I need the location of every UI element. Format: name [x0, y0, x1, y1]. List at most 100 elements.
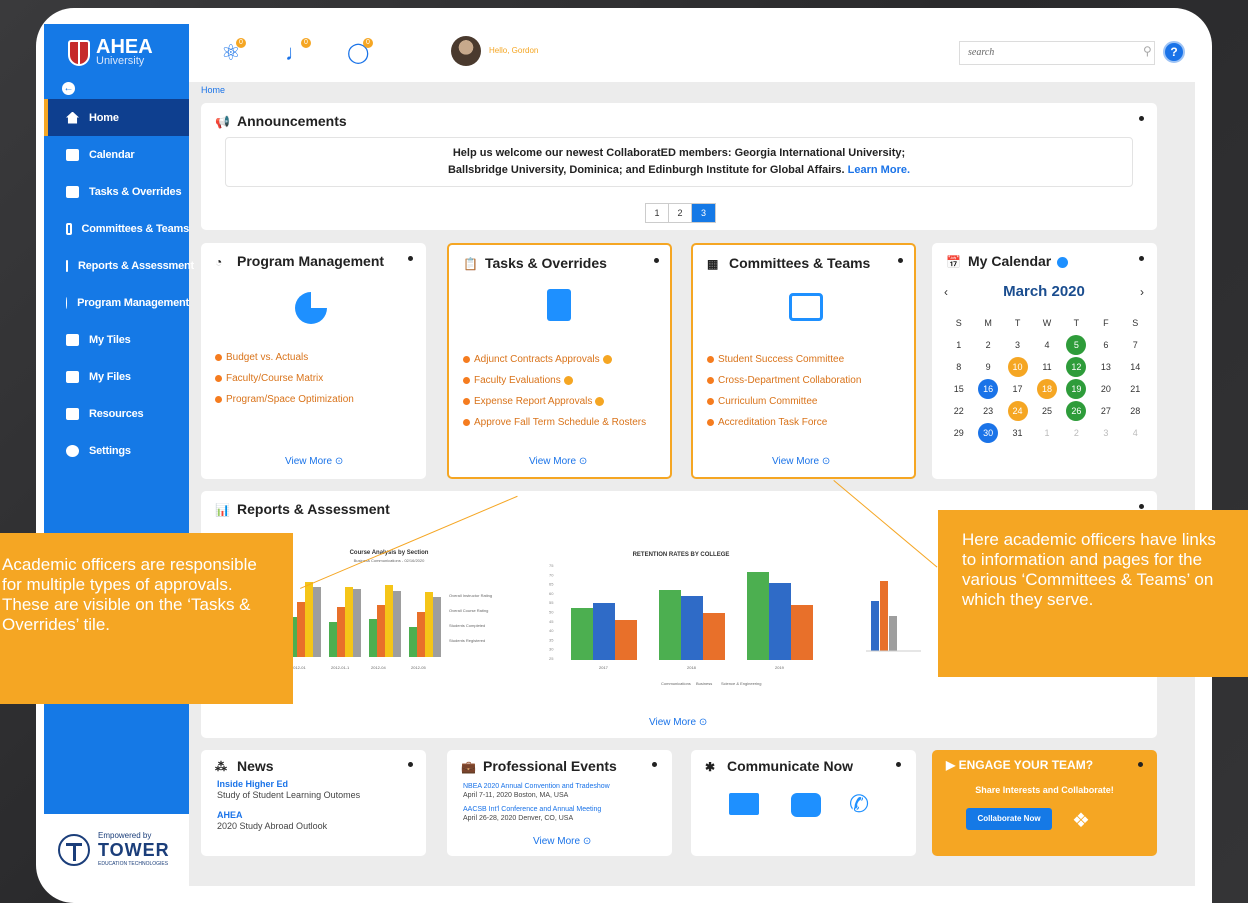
calendar-day[interactable]: 9 [973, 357, 1002, 377]
list-item[interactable]: Program/Space Optimization [215, 389, 354, 410]
calendar-day[interactable]: 4 [1121, 423, 1150, 443]
menu-dot-icon[interactable] [1139, 116, 1144, 121]
list-item[interactable]: Adjunct Contracts Approvals [463, 349, 646, 370]
list-item[interactable]: Curriculum Committee [707, 391, 861, 412]
calendar-day[interactable]: 20 [1091, 379, 1120, 399]
calendar-day[interactable]: 1 [944, 335, 973, 355]
collaborate-now-button[interactable]: Collaborate Now [966, 808, 1052, 830]
sidebar-item-tiles[interactable]: My Tiles [44, 321, 189, 358]
sidebar-item-committees[interactable]: Committees & Teams [44, 210, 189, 247]
page-3[interactable]: 3 [692, 204, 715, 222]
sidebar-item-files[interactable]: My Files [44, 358, 189, 395]
bell-badge: 0 [301, 38, 311, 48]
menu-dot-icon[interactable] [1139, 504, 1144, 509]
calendar-day[interactable]: 2 [973, 335, 1002, 355]
sidebar-item-calendar[interactable]: Calendar [44, 136, 189, 173]
search-icon[interactable]: ⚲ [1143, 44, 1152, 58]
news-text[interactable]: Study of Student Learning Outomes [217, 790, 360, 801]
event-name[interactable]: NBEA 2020 Annual Convention and Tradesho… [463, 782, 610, 791]
sidebar-item-settings[interactable]: Settings [44, 432, 189, 469]
calendar-day[interactable]: 25 [1032, 401, 1061, 421]
calendar-day[interactable]: 2 [1062, 423, 1091, 443]
news-text[interactable]: 2020 Study Abroad Outlook [217, 821, 360, 832]
calendar-day[interactable]: 29 [944, 423, 973, 443]
sidebar-item-reports[interactable]: Reports & Assessment [44, 247, 194, 284]
calendar-day[interactable]: 3 [1003, 335, 1032, 355]
news-source[interactable]: Inside Higher Ed [217, 779, 360, 790]
calendar-day[interactable]: 10 [1007, 357, 1028, 377]
menu-dot-icon[interactable] [408, 762, 413, 767]
sidebar-item-home[interactable]: Home [44, 99, 189, 136]
next-month-button[interactable]: › [1140, 285, 1144, 299]
calendar-day[interactable]: 16 [978, 379, 999, 399]
logo[interactable]: AHEA University [68, 37, 153, 67]
learn-more-link[interactable]: Learn More. [848, 164, 910, 176]
calendar-day[interactable]: 28 [1121, 401, 1150, 421]
calendar-day[interactable]: 13 [1091, 357, 1120, 377]
collapse-arrow-icon[interactable]: ← [62, 82, 75, 95]
list-item[interactable]: Faculty Evaluations [463, 370, 646, 391]
calendar-day[interactable]: 22 [944, 401, 973, 421]
sidebar-item-tasks[interactable]: Tasks & Overrides [44, 173, 189, 210]
view-more-link[interactable]: View More ⊙ [649, 717, 707, 728]
calendar-day[interactable]: 15 [944, 379, 973, 399]
menu-dot-icon[interactable] [1138, 762, 1143, 767]
view-more-link[interactable]: View More ⊙ [533, 836, 591, 847]
calendar-day[interactable]: 5 [1066, 335, 1087, 355]
list-item[interactable]: Budget vs. Actuals [215, 347, 354, 368]
menu-dot-icon[interactable] [408, 256, 413, 261]
menu-dot-icon[interactable] [652, 762, 657, 767]
calendar-day[interactable]: 30 [978, 423, 999, 443]
view-more-link[interactable]: View More ⊙ [529, 456, 587, 467]
list-item[interactable]: Approve Fall Term Schedule & Rosters [463, 412, 646, 433]
calendar-day[interactable]: 19 [1066, 379, 1087, 399]
list-item[interactable]: Expense Report Approvals [463, 391, 646, 412]
breadcrumb[interactable]: Home [201, 85, 225, 95]
calendar-day[interactable]: 17 [1003, 379, 1032, 399]
view-more-link[interactable]: View More ⊙ [772, 456, 830, 467]
calendar-day[interactable]: 24 [1007, 401, 1028, 421]
legend-label: Students Registered [449, 638, 485, 643]
event-name[interactable]: AACSB Int'l Conference and Annual Meetin… [463, 805, 610, 814]
chat-bubbles-icon[interactable] [791, 793, 821, 817]
engage-title: ENGAGE YOUR TEAM? [958, 758, 1094, 772]
calendar-day[interactable]: 26 [1066, 401, 1087, 421]
sidebar-item-resources[interactable]: Resources [44, 395, 189, 432]
calendar-day[interactable]: 7 [1121, 335, 1150, 355]
phone-icon[interactable]: ✆ [849, 790, 869, 819]
calendar-day[interactable]: 6 [1091, 335, 1120, 355]
calendar-day[interactable]: 1 [1032, 423, 1061, 443]
page-1[interactable]: 1 [646, 204, 669, 222]
calendar-day[interactable]: 11 [1032, 357, 1061, 377]
menu-dot-icon[interactable] [896, 762, 901, 767]
menu-dot-icon[interactable] [898, 258, 903, 263]
calendar-day[interactable]: 12 [1066, 357, 1087, 377]
search-input[interactable]: search [959, 41, 1155, 65]
calendar-day[interactable]: 21 [1121, 379, 1150, 399]
list-item[interactable]: Cross-Department Collaboration [707, 370, 861, 391]
prev-month-button[interactable]: ‹ [944, 285, 948, 299]
calendar-day[interactable]: 14 [1121, 357, 1150, 377]
list-item[interactable]: Faculty/Course Matrix [215, 368, 354, 389]
calendar-day[interactable]: 27 [1091, 401, 1120, 421]
third-chart [866, 581, 921, 652]
calendar-day[interactable]: 18 [1036, 379, 1057, 399]
calendar-day[interactable]: 3 [1091, 423, 1120, 443]
help-button[interactable]: ? [1163, 41, 1185, 63]
sidebar-item-program[interactable]: Program Management [44, 284, 189, 321]
page-2[interactable]: 2 [669, 204, 692, 222]
list-item[interactable]: Accreditation Task Force [707, 412, 861, 433]
avatar[interactable] [451, 36, 481, 66]
monitor-icon[interactable] [729, 793, 759, 815]
menu-dot-icon[interactable] [654, 258, 659, 263]
calendar-day[interactable]: 8 [944, 357, 973, 377]
menu-dot-icon[interactable] [1139, 256, 1144, 261]
list-item[interactable]: Student Success Committee [707, 349, 861, 370]
news-source[interactable]: AHEA [217, 810, 360, 821]
tower-logo[interactable]: Empowered by TOWER EDUCATION TECHNOLOGIE… [44, 814, 189, 886]
calendar-day[interactable]: 4 [1032, 335, 1061, 355]
bar [369, 619, 377, 657]
view-more-link[interactable]: View More ⊙ [285, 456, 343, 467]
calendar-day[interactable]: 31 [1003, 423, 1032, 443]
calendar-day[interactable]: 23 [973, 401, 1002, 421]
